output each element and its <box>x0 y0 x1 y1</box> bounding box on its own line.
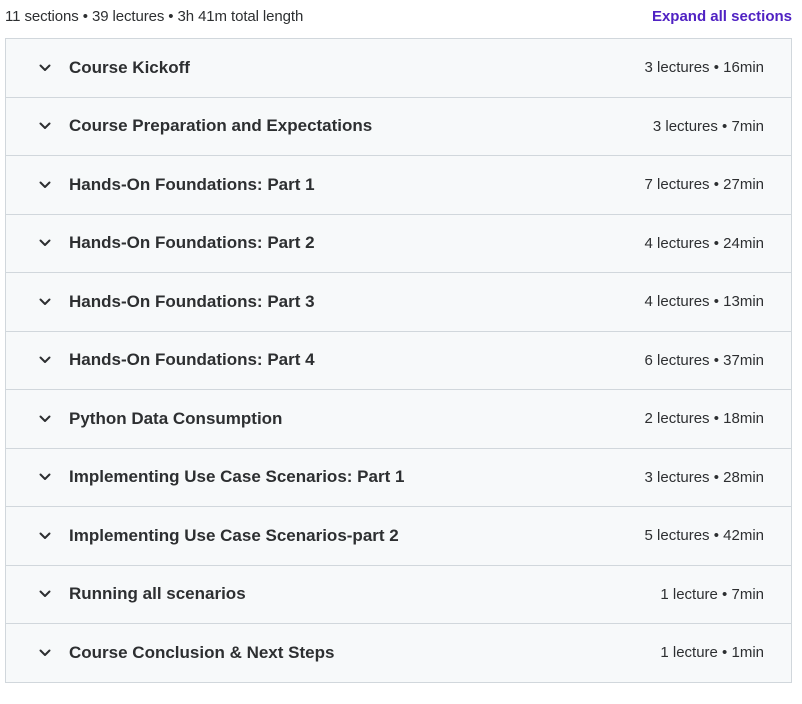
curriculum-section-row[interactable]: Hands-On Foundations: Part 2 4 lectures •… <box>6 215 791 273</box>
section-lecture-meta: 4 lectures • 13min <box>644 293 764 311</box>
expand-all-sections-button[interactable]: Expand all sections <box>652 8 792 25</box>
curriculum-section-row[interactable]: Course Conclusion & Next Steps 1 lecture … <box>6 624 791 683</box>
curriculum-section-row[interactable]: Implementing Use Case Scenarios-part 2 5 … <box>6 507 791 566</box>
curriculum-section-list: Course Kickoff 3 lectures • 16min Course P… <box>5 38 792 683</box>
section-title: Implementing Use Case Scenarios: Part 1 <box>69 467 405 487</box>
section-title: Running all scenarios <box>69 584 246 604</box>
curriculum-section-row[interactable]: Implementing Use Case Scenarios: Part 1 3… <box>6 449 791 507</box>
curriculum-section-row[interactable]: Hands-On Foundations: Part 1 7 lectures •… <box>6 156 791 215</box>
section-lecture-meta: 7 lectures • 27min <box>644 176 764 194</box>
section-lecture-meta: 4 lectures • 24min <box>644 234 764 252</box>
section-title: Hands-On Foundations: Part 3 <box>69 291 315 311</box>
chevron-down-icon <box>37 586 53 602</box>
chevron-down-icon <box>37 352 53 368</box>
curriculum-summary: 11 sections • 39 lectures • 3h 41m total… <box>5 8 304 25</box>
curriculum-section-row[interactable]: Running all scenarios 1 lecture • 7min <box>6 566 791 624</box>
section-lecture-meta: 3 lectures • 7min <box>652 117 764 135</box>
curriculum-section-row[interactable]: Hands-On Foundations: Part 3 4 lectures •… <box>6 273 791 332</box>
curriculum-section-row[interactable]: Python Data Consumption 2 lectures • 18mi… <box>6 390 791 449</box>
section-title: Implementing Use Case Scenarios-part 2 <box>69 525 399 545</box>
curriculum-section-row[interactable]: Hands-On Foundations: Part 4 6 lectures •… <box>6 332 791 390</box>
chevron-down-icon <box>37 294 53 310</box>
section-lecture-meta: 3 lectures • 28min <box>644 468 764 486</box>
section-lecture-meta: 2 lectures • 18min <box>644 410 764 428</box>
section-title: Course Preparation and Expectations <box>69 116 373 136</box>
chevron-down-icon <box>37 60 53 76</box>
section-lecture-meta: 5 lectures • 42min <box>644 527 764 545</box>
chevron-down-icon <box>37 528 53 544</box>
section-lecture-meta: 1 lecture • 1min <box>660 644 764 662</box>
section-title: Python Data Consumption <box>69 408 283 428</box>
section-lecture-meta: 1 lecture • 7min <box>660 585 764 603</box>
curriculum-summary-bar: 11 sections • 39 lectures • 3h 41m total… <box>5 0 792 33</box>
curriculum-section-row[interactable]: Course Kickoff 3 lectures • 16min <box>6 39 791 98</box>
chevron-down-icon <box>37 235 53 251</box>
chevron-down-icon <box>37 177 53 193</box>
chevron-down-icon <box>37 411 53 427</box>
section-title: Hands-On Foundations: Part 2 <box>69 233 315 253</box>
section-lecture-meta: 3 lectures • 16min <box>644 59 764 77</box>
section-lecture-meta: 6 lectures • 37min <box>644 351 764 369</box>
course-content-page: 11 sections • 39 lectures • 3h 41m total… <box>0 0 802 704</box>
section-title: Course Conclusion & Next Steps <box>69 642 335 662</box>
section-title: Hands-On Foundations: Part 4 <box>69 350 315 370</box>
section-title: Hands-On Foundations: Part 1 <box>69 174 315 194</box>
section-title: Course Kickoff <box>69 57 190 77</box>
chevron-down-icon <box>37 469 53 485</box>
chevron-down-icon <box>37 118 53 134</box>
chevron-down-icon <box>37 645 53 661</box>
curriculum-section-row[interactable]: Course Preparation and Expectations 3 lec… <box>6 98 791 156</box>
